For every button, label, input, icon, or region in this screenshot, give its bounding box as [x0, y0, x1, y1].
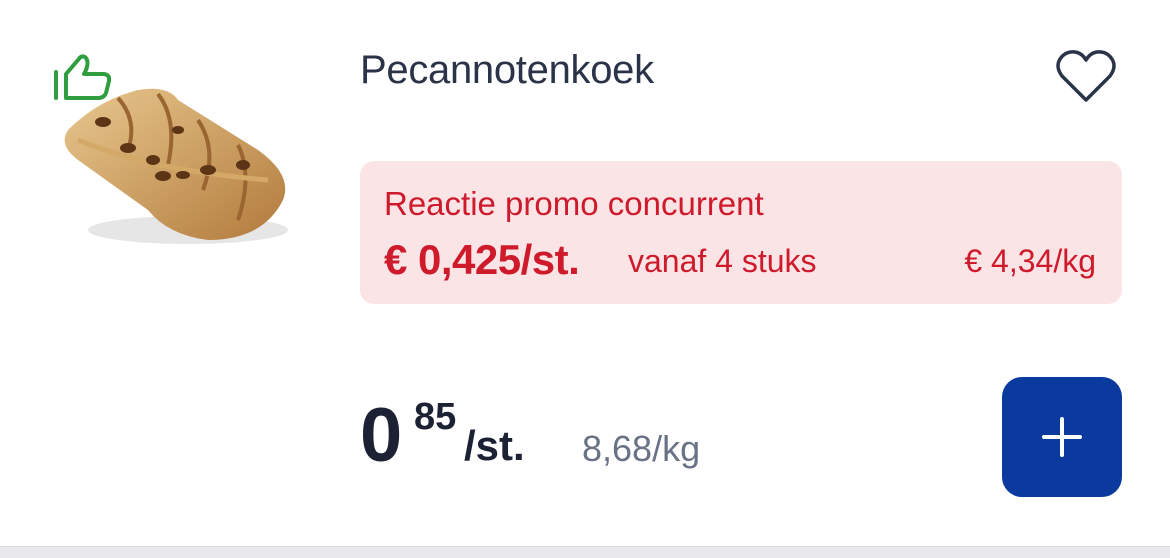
product-title[interactable]: Pecannotenkoek	[360, 48, 654, 93]
product-image	[64, 88, 288, 244]
price-per-kg: 8,68/kg	[582, 428, 701, 469]
promo-panel: Reactie promo concurrent € 0,425/st. van…	[360, 161, 1122, 304]
promo-condition: vanaf 4 stuks	[628, 243, 817, 279]
price-integer: 0	[360, 393, 402, 478]
price-unit: /st.	[464, 422, 525, 469]
plus-icon	[1042, 417, 1082, 457]
promo-price: € 0,425/st.	[384, 236, 580, 283]
promo-label: Reactie promo concurrent	[384, 185, 764, 222]
heart-icon[interactable]	[1054, 48, 1118, 106]
promo-price-per-kg: € 4,34/kg	[964, 243, 1096, 279]
price-decimals: 85	[414, 396, 457, 438]
product-card[interactable]: Pecannotenkoek Reactie promo concurrent …	[0, 0, 1170, 546]
add-to-cart-button[interactable]	[1002, 377, 1122, 497]
list-divider	[0, 546, 1170, 558]
